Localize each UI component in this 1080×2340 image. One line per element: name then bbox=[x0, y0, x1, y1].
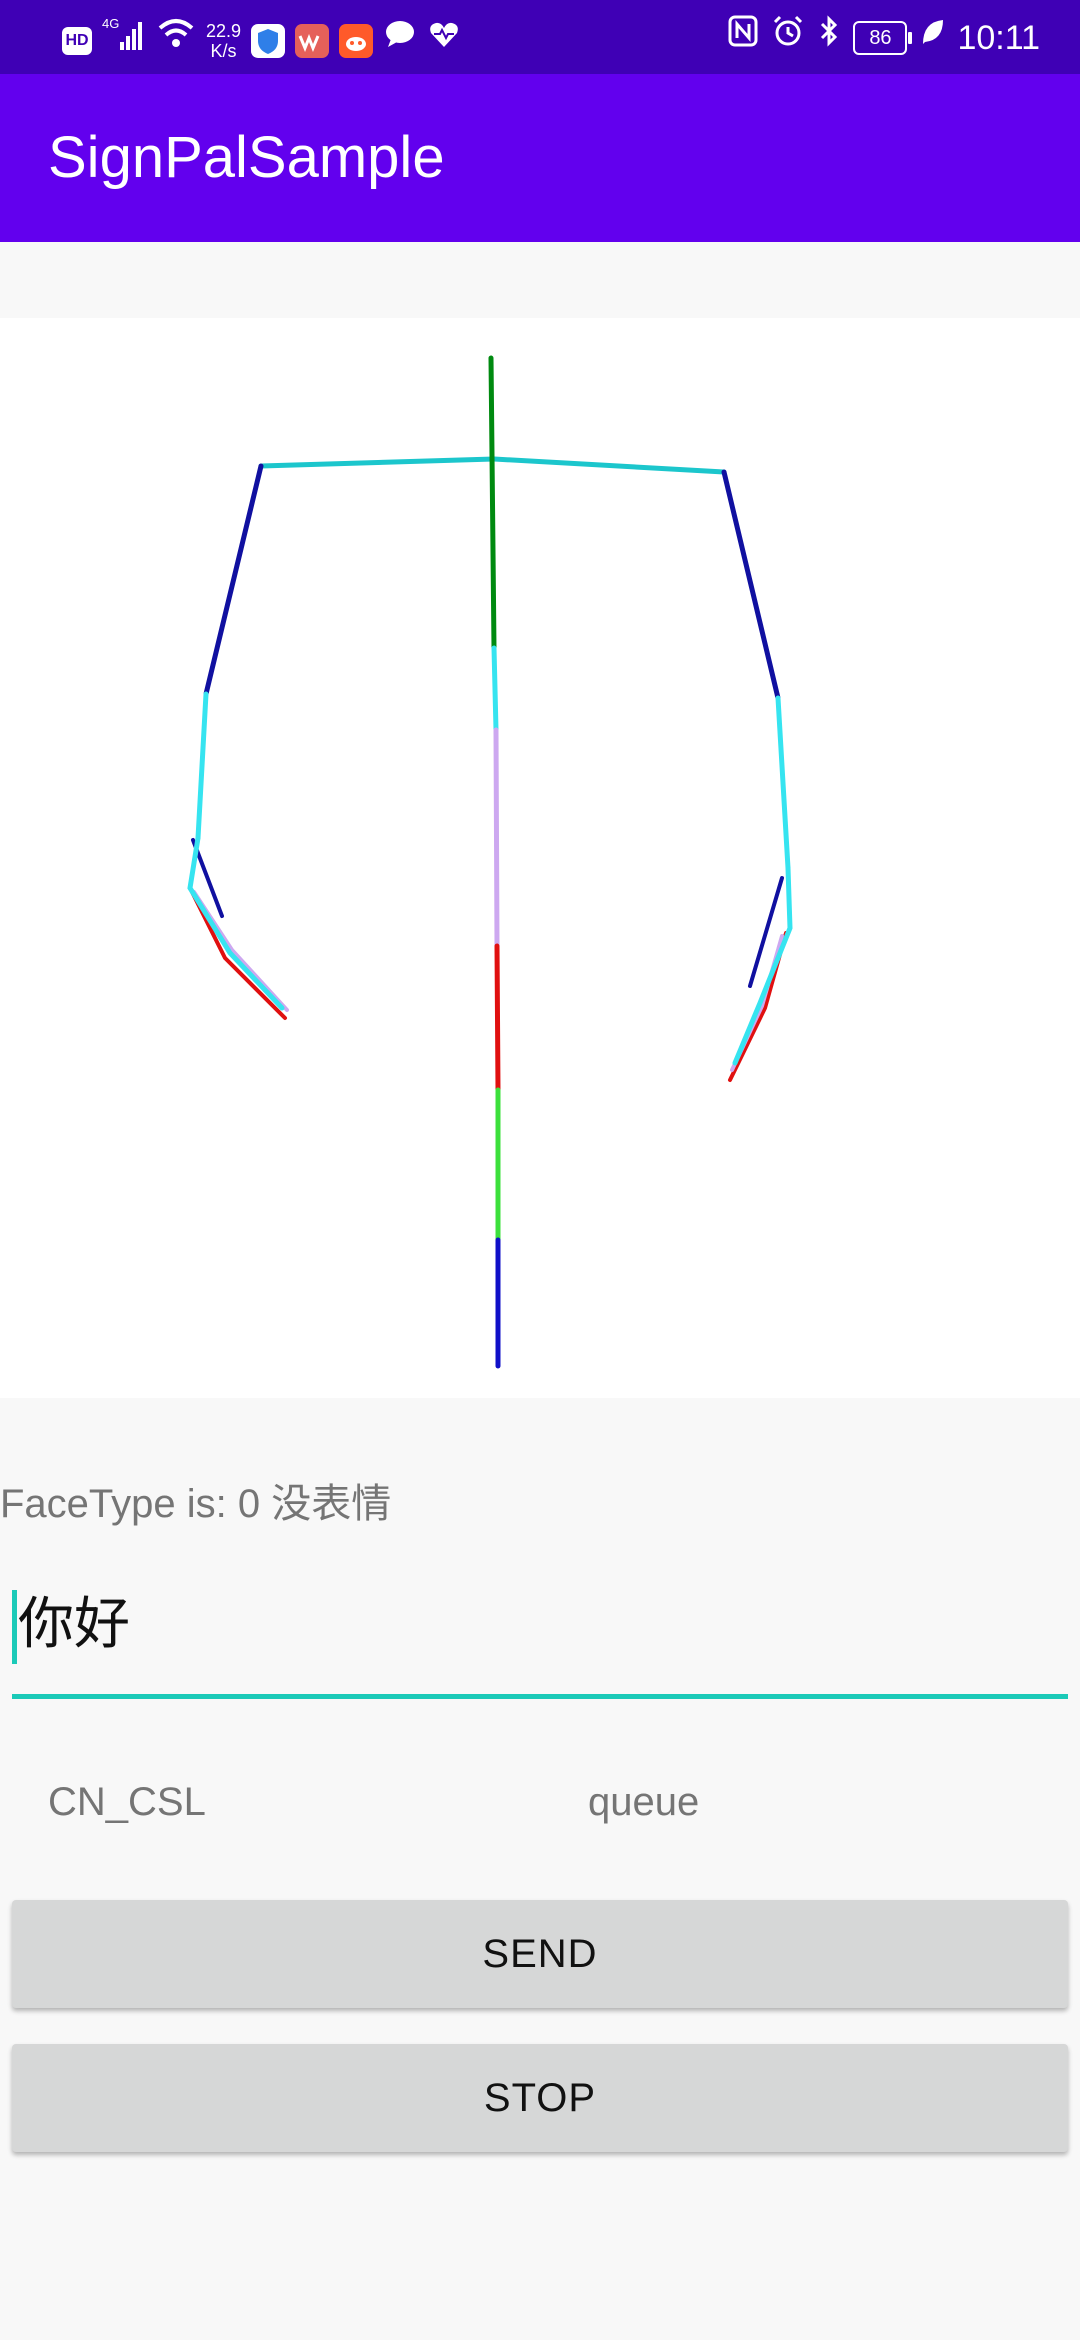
status-left-icons: HD 4G 22.9 K/s bbox=[62, 14, 461, 67]
send-button[interactable]: SEND bbox=[12, 1900, 1068, 2008]
hd-icon: HD bbox=[62, 26, 92, 55]
we-app-icon bbox=[295, 23, 330, 58]
left-upper-arm bbox=[203, 463, 264, 697]
spine-top-segment bbox=[488, 355, 497, 651]
alarm-icon bbox=[771, 14, 805, 61]
battery-icon: 86 bbox=[853, 20, 913, 55]
app-title: SignPalSample bbox=[48, 125, 445, 190]
shield-app-icon bbox=[251, 23, 286, 58]
sign-text-value[interactable]: 你好 bbox=[18, 1588, 130, 1660]
signal-icon: 4G bbox=[102, 14, 146, 67]
face-type-label: FaceType is: 0 没表情 bbox=[0, 1482, 392, 1526]
shoulder-line-right bbox=[491, 456, 727, 475]
heart-health-icon bbox=[427, 17, 461, 64]
network-type-label: 4G bbox=[102, 16, 119, 31]
spine-lavender-segment bbox=[493, 727, 500, 949]
left-hand-lavender bbox=[192, 890, 289, 1012]
pose-skeleton bbox=[187, 355, 793, 1369]
sign-text-input[interactable]: 你好 bbox=[12, 1570, 1068, 1699]
nfc-icon bbox=[727, 14, 759, 61]
right-upper-arm bbox=[721, 469, 781, 701]
wifi-icon bbox=[156, 16, 196, 65]
chat-bubble-icon bbox=[383, 17, 417, 64]
text-cursor bbox=[12, 1590, 17, 1664]
app-bar: SignPalSample bbox=[0, 74, 1080, 242]
network-speed-unit: K/s bbox=[210, 40, 237, 61]
clock: 10:11 bbox=[957, 18, 1040, 57]
spine-cyan-segment bbox=[491, 645, 499, 733]
network-speed: 22.9 K/s bbox=[206, 21, 241, 61]
spine-red-segment bbox=[494, 943, 501, 1093]
right-hand-cyan bbox=[732, 865, 793, 1066]
pose-skeleton-view bbox=[0, 318, 1080, 1398]
network-speed-value: 22.9 bbox=[206, 20, 242, 41]
status-bar: HD 4G 22.9 K/s 86 10:11 bbox=[0, 0, 1080, 74]
shoulder-line-left bbox=[258, 456, 497, 469]
mode-option[interactable]: queue bbox=[588, 1774, 699, 1830]
bluetooth-icon bbox=[817, 14, 841, 61]
language-option[interactable]: CN_CSL bbox=[48, 1774, 206, 1830]
reddit-app-icon bbox=[339, 23, 374, 58]
stop-button[interactable]: STOP bbox=[12, 2044, 1068, 2152]
left-forearm bbox=[195, 691, 209, 841]
right-forearm bbox=[775, 695, 791, 871]
status-right-icons: 86 10:11 bbox=[727, 14, 1040, 61]
leaf-icon bbox=[919, 14, 945, 61]
